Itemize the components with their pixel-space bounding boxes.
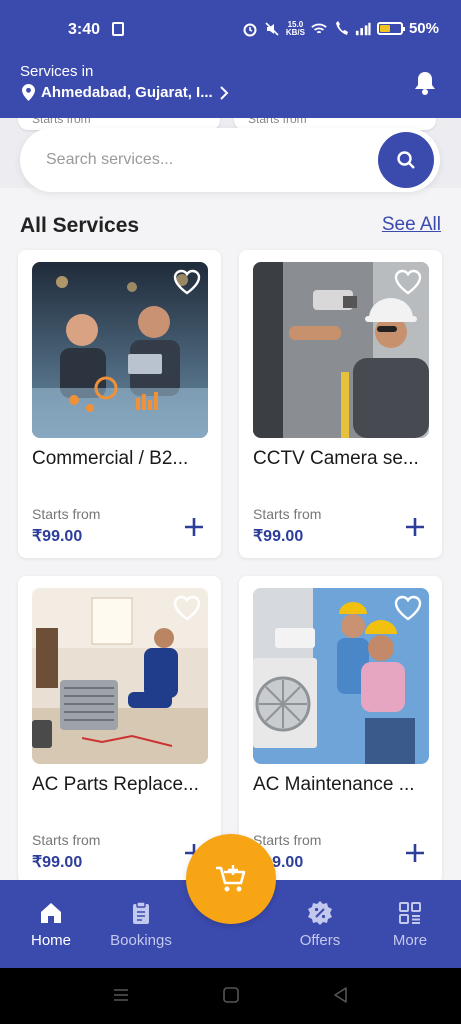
heart-outline-icon[interactable]: [172, 268, 202, 296]
starts-from-label: Starts from: [253, 506, 322, 522]
starts-from-label: Starts from: [32, 506, 101, 522]
wifi-icon: [311, 21, 327, 37]
recent-apps-icon[interactable]: [112, 986, 130, 1004]
chevron-right-icon: [219, 85, 229, 100]
service-image-cctv-technician: [253, 262, 429, 438]
battery-percent: 50%: [408, 20, 439, 37]
cart-fab-button[interactable]: [186, 834, 276, 924]
app-header: Services in Ahmedabad, Gujarat, I...: [0, 46, 461, 118]
nav-item-label: Home: [30, 932, 71, 949]
service-price: ₹99.00: [32, 854, 83, 871]
location-selector[interactable]: Ahmedabad, Gujarat, I...: [22, 84, 229, 101]
plus-icon[interactable]: [183, 516, 205, 538]
plus-icon[interactable]: [404, 516, 426, 538]
service-card[interactable]: AC Maintenance ... Starts from ₹99.00: [239, 576, 442, 880]
peek-card-text: Starts from: [32, 118, 91, 126]
location-text: Ahmedabad, Gujarat, I...: [41, 84, 213, 101]
search-button[interactable]: [378, 132, 434, 188]
search-input[interactable]: Search services...: [46, 151, 173, 169]
services-in-label: Services in: [20, 63, 94, 80]
status-bar: 3:40 15.0 KB/S 50%: [0, 0, 461, 46]
search-icon: [397, 151, 415, 169]
service-card[interactable]: Commercial / B2... Starts from ₹99.00: [18, 250, 221, 558]
see-all-link[interactable]: See All: [382, 214, 441, 236]
wifi-calling-icon: [333, 20, 349, 37]
sim-card-icon: [112, 22, 124, 36]
alarm-icon: [242, 21, 258, 37]
service-price: ₹99.00: [253, 528, 304, 545]
service-image-ac-parts-repair: [32, 588, 208, 764]
system-navigation-bar: [0, 968, 461, 1024]
battery-level: [379, 25, 390, 32]
home-icon: [41, 903, 61, 923]
main-content: Starts from Starts from Search services.…: [0, 118, 461, 880]
nav-item-label: More: [392, 932, 428, 949]
starts-from-label: Starts from: [253, 832, 322, 848]
heart-outline-icon[interactable]: [172, 594, 202, 622]
nav-item-more[interactable]: More: [365, 900, 455, 949]
nav-item-offers[interactable]: Offers: [275, 900, 365, 949]
network-speed-unit: KB/S: [285, 27, 305, 37]
service-title: Commercial / B2...: [32, 448, 189, 469]
status-time: 3:40: [68, 21, 101, 38]
clipboard-icon: [133, 901, 149, 924]
service-card[interactable]: CCTV Camera se... Starts from ₹99.00: [239, 250, 442, 558]
cart-add-icon: [216, 865, 246, 892]
grid-menu-icon: [399, 902, 421, 924]
battery-icon: [376, 22, 405, 35]
bell-icon[interactable]: [413, 70, 437, 96]
back-button-icon[interactable]: [332, 986, 350, 1004]
service-image-ac-maintenance: [253, 588, 429, 764]
nav-item-label: Bookings: [110, 932, 172, 949]
search-bar[interactable]: Search services...: [20, 128, 440, 192]
service-image-business-meeting: [32, 262, 208, 438]
service-title: AC Maintenance ...: [253, 774, 415, 795]
service-title: AC Parts Replace...: [32, 774, 199, 795]
location-pin-icon: [22, 84, 35, 101]
home-button-icon[interactable]: [222, 986, 240, 1004]
network-speed: 15.0 KB/S: [285, 20, 305, 37]
section-title: All Services: [20, 214, 140, 237]
mute-icon: [264, 21, 280, 37]
heart-outline-icon[interactable]: [393, 594, 423, 622]
service-price: ₹99.00: [32, 528, 83, 545]
discount-badge-icon: [308, 901, 332, 925]
signal-icon: [355, 21, 371, 37]
nav-item-bookings[interactable]: Bookings: [96, 900, 186, 949]
service-title: CCTV Camera se...: [253, 448, 419, 469]
plus-icon[interactable]: [404, 842, 426, 864]
status-icons: 15.0 KB/S 50%: [242, 20, 439, 37]
service-card[interactable]: AC Parts Replace... Starts from ₹99.00: [18, 576, 221, 880]
peek-card-text: Starts from: [248, 118, 307, 126]
nav-item-label: Offers: [299, 932, 341, 949]
nav-item-home[interactable]: Home: [6, 900, 96, 949]
heart-outline-icon[interactable]: [393, 268, 423, 296]
starts-from-label: Starts from: [32, 832, 101, 848]
